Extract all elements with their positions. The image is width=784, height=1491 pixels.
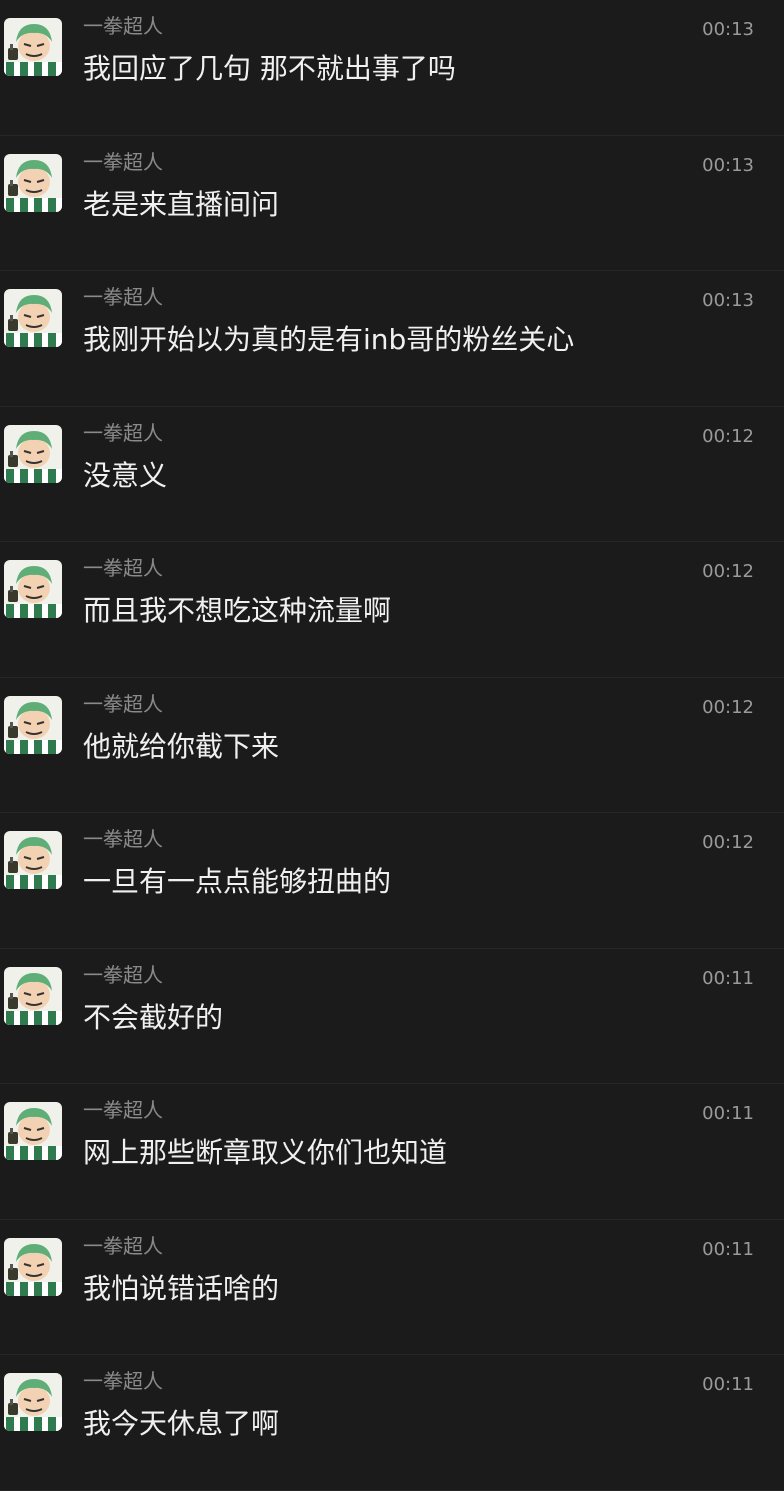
sender-name: 一拳超人 xyxy=(83,1369,163,1393)
message-list: 一拳超人 00:13 我回应了几句 那不就出事了吗 一拳超人 00:13 老是来… xyxy=(0,0,784,1491)
avatar[interactable] xyxy=(4,966,62,1025)
message-text: 老是来直播间问 xyxy=(83,187,280,221)
sender-name: 一拳超人 xyxy=(83,14,163,38)
message-row[interactable]: 一拳超人 00:11 我今天休息了啊 xyxy=(0,1355,784,1491)
sender-name: 一拳超人 xyxy=(83,149,163,174)
message-row[interactable]: 一拳超人 00:12 而且我不想吃这种流量啊 xyxy=(0,542,784,678)
message-row[interactable]: 一拳超人 00:12 他就给你截下来 xyxy=(0,678,784,813)
message-time: 00:12 xyxy=(702,425,754,447)
message-time: 00:11 xyxy=(702,1238,754,1260)
message-time: 00:11 xyxy=(702,1374,754,1395)
avatar[interactable] xyxy=(4,18,62,76)
avatar[interactable] xyxy=(4,560,62,618)
sender-name: 一拳超人 xyxy=(83,1233,163,1258)
message-text: 我刚开始以为真的是有inb哥的粉丝关心 xyxy=(83,323,575,356)
message-text: 而且我不想吃这种流量啊 xyxy=(83,594,392,627)
message-time: 00:11 xyxy=(702,967,754,989)
message-text: 不会截好的 xyxy=(83,1000,224,1034)
sender-name: 一拳超人 xyxy=(83,556,163,580)
message-row[interactable]: 一拳超人 00:11 我怕说错话啥的 xyxy=(0,1220,784,1355)
message-text: 一旦有一点点能够扭曲的 xyxy=(83,865,392,898)
message-row[interactable]: 一拳超人 00:13 我刚开始以为真的是有inb哥的粉丝关心 xyxy=(0,271,784,407)
message-text: 网上那些断章取义你们也知道 xyxy=(83,1136,448,1169)
message-row[interactable]: 一拳超人 00:13 老是来直播间问 xyxy=(0,136,784,271)
sender-name: 一拳超人 xyxy=(83,827,163,851)
sender-name: 一拳超人 xyxy=(83,691,163,716)
message-text: 我回应了几句 那不就出事了吗 xyxy=(83,52,456,85)
avatar[interactable] xyxy=(4,1373,62,1431)
avatar[interactable] xyxy=(4,153,62,212)
message-text: 他就给你截下来 xyxy=(83,729,280,763)
message-time: 00:13 xyxy=(702,154,754,176)
message-row[interactable]: 一拳超人 00:11 网上那些断章取义你们也知道 xyxy=(0,1084,784,1220)
avatar[interactable] xyxy=(4,1237,62,1296)
avatar[interactable] xyxy=(4,831,62,889)
message-row[interactable]: 一拳超人 00:12 一旦有一点点能够扭曲的 xyxy=(0,813,784,949)
sender-name: 一拳超人 xyxy=(83,962,163,987)
message-row[interactable]: 一拳超人 00:12 没意义 xyxy=(0,407,784,542)
avatar[interactable] xyxy=(4,289,62,347)
message-time: 00:12 xyxy=(702,561,754,582)
avatar[interactable] xyxy=(4,695,62,754)
message-time: 00:13 xyxy=(702,290,754,311)
message-row[interactable]: 一拳超人 00:13 我回应了几句 那不就出事了吗 xyxy=(0,0,784,136)
message-text: 没意义 xyxy=(83,458,168,492)
message-text: 我今天休息了啊 xyxy=(83,1407,280,1440)
sender-name: 一拳超人 xyxy=(83,285,163,309)
message-text: 我怕说错话啥的 xyxy=(83,1271,280,1305)
message-time: 00:11 xyxy=(702,1103,754,1124)
sender-name: 一拳超人 xyxy=(83,420,163,445)
message-row[interactable]: 一拳超人 00:11 不会截好的 xyxy=(0,949,784,1084)
message-time: 00:12 xyxy=(702,832,754,853)
message-time: 00:13 xyxy=(702,19,754,40)
avatar[interactable] xyxy=(4,424,62,483)
avatar[interactable] xyxy=(4,1102,62,1160)
sender-name: 一拳超人 xyxy=(83,1098,163,1122)
message-time: 00:12 xyxy=(702,696,754,718)
